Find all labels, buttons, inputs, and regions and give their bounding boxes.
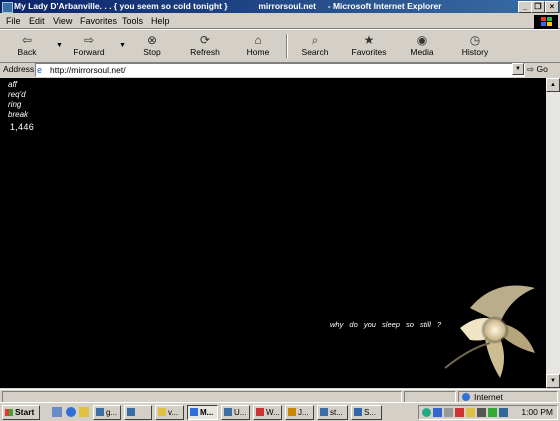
tray-speaker-icon[interactable] <box>444 408 453 417</box>
forward-dropdown-icon[interactable]: ▼ <box>119 42 126 49</box>
folder-icon <box>158 408 166 416</box>
vertical-scrollbar[interactable]: ▲ ▼ <box>546 78 560 388</box>
title-bar[interactable]: My Lady D'Arbanville. . . { you seem so … <box>0 0 560 13</box>
address-input[interactable]: e http://mirrorsoul.net/ <box>35 63 525 77</box>
page-content: aff req'd ring break 1,446 why do you sl… <box>0 78 546 388</box>
link-reqd[interactable]: req'd <box>8 90 26 100</box>
tray-app-icon[interactable] <box>499 408 508 417</box>
window-icon <box>320 408 328 416</box>
stop-button[interactable]: ⊗ Stop <box>131 32 173 60</box>
taskbar-item-9[interactable]: S... <box>351 405 382 420</box>
search-button[interactable]: ⌕ Search <box>294 32 336 60</box>
taskbar-item-ie-active[interactable]: M... <box>187 405 218 420</box>
windows-logo-icon <box>5 409 13 416</box>
window-icon <box>224 408 232 416</box>
tray-monitor-icon[interactable] <box>433 408 442 417</box>
taskbar-item-6[interactable]: W... <box>253 405 282 420</box>
favorites-button[interactable]: ★ Favorites <box>348 32 390 60</box>
forward-button[interactable]: ⇨ Forward <box>68 32 110 60</box>
quicklaunch-folder-icon[interactable] <box>79 407 89 417</box>
back-button[interactable]: ⇦ Back <box>6 32 48 60</box>
window-title: My Lady D'Arbanville. . . { you seem so … <box>14 1 442 11</box>
menu-view[interactable]: View <box>53 16 72 26</box>
address-bar: Address e http://mirrorsoul.net/ ▼ ⇨ Go <box>0 62 560 77</box>
menu-tools[interactable]: Tools <box>122 16 143 26</box>
media-button[interactable]: ◉ Media <box>401 32 443 60</box>
menu-favorites[interactable]: Favorites <box>80 16 117 26</box>
taskbar: Start g... v... M... U... W... J... st..… <box>0 402 560 421</box>
address-dropdown-icon[interactable]: ▼ <box>512 63 524 75</box>
start-button[interactable]: Start <box>2 405 40 420</box>
page-icon: e <box>37 65 43 75</box>
scroll-down-icon[interactable]: ▼ <box>546 374 560 388</box>
window-icon <box>127 408 135 416</box>
stop-icon: ⊗ <box>146 33 158 47</box>
home-icon: ⌂ <box>254 33 262 47</box>
quicklaunch-desktop-icon[interactable] <box>52 407 62 417</box>
go-arrow-icon: ⇨ <box>527 64 535 74</box>
tray-app-icon[interactable] <box>477 408 486 417</box>
forward-arrow-icon: ⇨ <box>83 33 95 47</box>
history-button[interactable]: ◷ History <box>454 32 496 60</box>
taskbar-item-5[interactable]: U... <box>221 405 250 420</box>
media-icon: ◉ <box>416 33 428 47</box>
menu-help[interactable]: Help <box>151 16 170 26</box>
back-arrow-icon: ⇦ <box>21 33 33 47</box>
menu-edit[interactable]: Edit <box>29 16 45 26</box>
status-bar: Internet <box>0 389 560 403</box>
link-aff[interactable]: aff <box>8 80 17 90</box>
restore-button[interactable]: ❐ <box>531 1 545 13</box>
history-icon: ◷ <box>469 33 481 47</box>
tray-app-icon[interactable] <box>488 408 497 417</box>
scroll-up-icon[interactable]: ▲ <box>546 78 560 92</box>
ie-window-icon[interactable] <box>2 2 13 13</box>
tray-network-icon[interactable] <box>422 408 431 417</box>
link-ring[interactable]: ring <box>8 100 21 110</box>
menu-bar: File Edit View Favorites Tools Help <box>0 14 560 29</box>
home-button[interactable]: ⌂ Home <box>237 32 279 60</box>
tray-app-icon[interactable] <box>466 408 475 417</box>
taskbar-item-8[interactable]: st... <box>317 405 348 420</box>
tagline: why do you sleep so still ? <box>330 320 442 329</box>
address-label: Address <box>3 64 35 74</box>
clock[interactable]: 1:00 PM <box>521 407 553 417</box>
favorites-icon: ★ <box>363 33 375 47</box>
refresh-button[interactable]: ⟳ Refresh <box>184 32 226 60</box>
link-break[interactable]: break <box>8 110 28 120</box>
search-icon: ⌕ <box>311 33 319 47</box>
back-dropdown-icon[interactable]: ▼ <box>56 42 63 49</box>
minimize-button[interactable]: _ <box>518 1 532 13</box>
window-icon <box>288 408 296 416</box>
lily-flower-image <box>444 285 535 378</box>
window-icon <box>354 408 362 416</box>
window-icon <box>96 408 104 416</box>
tray-antivirus-icon[interactable] <box>455 408 464 417</box>
refresh-icon: ⟳ <box>199 33 211 47</box>
system-tray: 1:00 PM <box>418 405 558 420</box>
internet-zone-icon <box>462 393 470 401</box>
standard-toolbar: ⇦ Back ▼ ⇨ Forward ▼ ⊗ Stop ⟳ Refresh ⌂ … <box>0 29 560 63</box>
menu-file[interactable]: File <box>6 16 21 26</box>
toolbar-separator <box>286 34 288 58</box>
taskbar-item-3[interactable]: v... <box>155 405 184 420</box>
close-button[interactable]: × <box>545 1 559 13</box>
window-icon <box>256 408 264 416</box>
ie-icon <box>190 408 198 416</box>
quicklaunch-ie-icon[interactable] <box>66 407 76 417</box>
windows-throbber-icon <box>534 15 558 29</box>
hit-counter: 1,446 <box>10 122 35 132</box>
go-button[interactable]: ⇨ Go <box>527 64 548 75</box>
taskbar-item-1[interactable]: g... <box>93 405 121 420</box>
taskbar-item-7[interactable]: J... <box>285 405 314 420</box>
taskbar-item-2[interactable] <box>124 405 152 420</box>
